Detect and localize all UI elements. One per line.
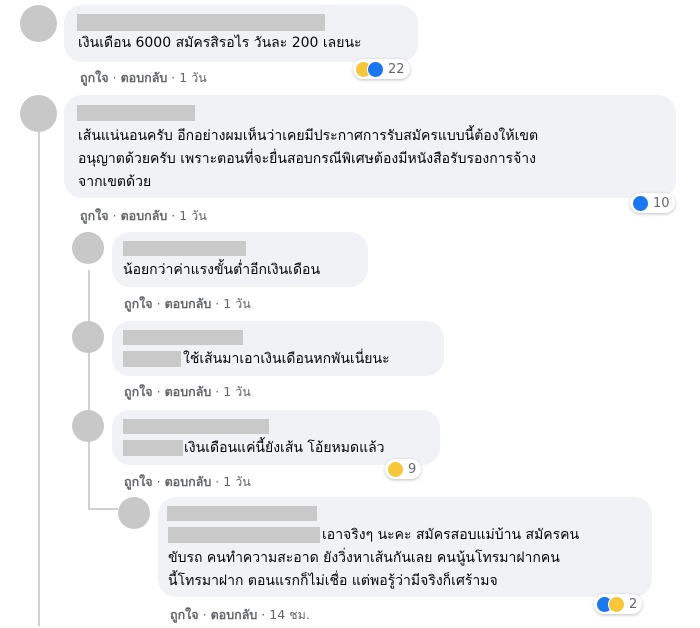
reaction-count: 9 — [408, 461, 417, 477]
separator: · — [261, 607, 266, 622]
timestamp-link[interactable]: 1 วัน — [179, 208, 207, 223]
timestamp-link[interactable]: 1 วัน — [179, 70, 207, 85]
separator: · — [171, 70, 176, 85]
separator: · — [215, 474, 220, 489]
author-name-redacted[interactable] — [123, 419, 269, 434]
reply-link[interactable]: ตอบกลับ — [121, 70, 168, 85]
reply-link[interactable]: ตอบกลับ — [121, 208, 168, 223]
comment-text: จากเขตด้วย — [78, 174, 152, 190]
author-name-redacted[interactable] — [123, 330, 243, 345]
avatar[interactable] — [72, 321, 104, 353]
mention-redacted[interactable] — [123, 440, 183, 456]
author-name-redacted[interactable] — [123, 241, 246, 256]
separator: · — [171, 208, 176, 223]
like-link[interactable]: ถูกใจ — [124, 474, 153, 489]
separator: · — [156, 296, 161, 311]
reply-link[interactable]: ตอบกลับ — [165, 296, 212, 311]
timestamp-link[interactable]: 1 วัน — [223, 296, 251, 311]
like-link[interactable]: ถูกใจ — [80, 208, 109, 223]
like-link[interactable]: ถูกใจ — [80, 70, 109, 85]
comment-text: น้อยกว่าค่าแรงขั้นต่ำอีกเงินเดือน — [123, 262, 321, 278]
timestamp-link[interactable]: 1 วัน — [223, 384, 251, 399]
comment-actions: ถูกใจ · ตอบกลับ · 1 วัน — [124, 472, 251, 492]
comment-actions: ถูกใจ · ตอบกลับ · 1 วัน — [124, 382, 251, 402]
reaction-count: 10 — [653, 195, 670, 211]
avatar[interactable] — [72, 410, 104, 442]
comment-text: ใช้เส้นมาเอาเงินเดือนหกพันเนี่ยนะ — [183, 351, 390, 367]
thread-line — [38, 132, 40, 626]
reaction-count: 2 — [629, 596, 638, 612]
avatar[interactable] — [20, 95, 57, 132]
comment-text: เส้นแน่นอนครับ อีกอย่างผมเห็นว่าเคยมีประ… — [78, 128, 539, 144]
timestamp-link[interactable]: 1 วัน — [223, 474, 251, 489]
avatar[interactable] — [72, 232, 104, 264]
like-link[interactable]: ถูกใจ — [124, 296, 153, 311]
comment-actions: ถูกใจ · ตอบกลับ · 14 ชม. — [170, 605, 310, 625]
like-link[interactable]: ถูกใจ — [124, 384, 153, 399]
avatar[interactable] — [20, 5, 57, 42]
comment-text: เงินเดือนแค่นี้ยังเส้น โอ้ยหมดแล้ว — [184, 440, 385, 456]
reply-link[interactable]: ตอบกลับ — [165, 474, 212, 489]
mention-redacted[interactable] — [123, 351, 181, 367]
comment-text: เอาจริงๆ นะคะ สมัครสอบแม่บ้าน สมัครคน — [322, 527, 580, 543]
sad-reaction-icon — [608, 595, 625, 613]
reply-link[interactable]: ตอบกลับ — [165, 384, 212, 399]
author-name-redacted[interactable] — [77, 105, 195, 121]
mention-redacted[interactable] — [168, 527, 320, 543]
reaction-count: 22 — [388, 61, 405, 77]
like-reaction-icon — [367, 60, 384, 78]
timestamp-link[interactable]: 14 ชม. — [269, 607, 310, 622]
separator: · — [215, 296, 220, 311]
reaction-summary[interactable]: 10 — [630, 193, 675, 213]
reply-link[interactable]: ตอบกลับ — [211, 607, 258, 622]
haha-reaction-icon — [387, 460, 404, 478]
separator: · — [156, 384, 161, 399]
reaction-summary[interactable]: 9 — [385, 459, 422, 479]
like-link[interactable]: ถูกใจ — [170, 607, 199, 622]
reaction-summary[interactable]: 22 — [353, 59, 410, 79]
reaction-summary[interactable]: 2 — [594, 594, 643, 614]
comment-text: นี้โทรมาฝาก ตอนแรกก็ไม่เชื่อ แต่พอรู้ว่า… — [168, 573, 498, 589]
comment-text: เงินเดือน 6000 สมัครสิรอไร วันละ 200 เลย… — [78, 35, 362, 51]
separator: · — [202, 607, 207, 622]
comment-actions: ถูกใจ · ตอบกลับ · 1 วัน — [124, 294, 251, 314]
like-reaction-icon — [632, 194, 649, 212]
comment-text: ขับรถ คนทำความสะอาด ยังวิ่งหาเส้นกันเลย … — [168, 550, 560, 566]
separator: · — [112, 70, 117, 85]
avatar[interactable] — [118, 497, 150, 529]
separator: · — [215, 384, 220, 399]
comment-text: อนุญาตด้วยครับ เพราะตอนที่จะยื่นสอบกรณีพ… — [78, 151, 536, 167]
author-name-redacted[interactable] — [77, 14, 325, 31]
thread-line — [88, 270, 90, 510]
author-name-redacted[interactable] — [167, 506, 317, 521]
thread-branch — [88, 508, 118, 510]
comment-actions: ถูกใจ · ตอบกลับ · 1 วัน — [80, 68, 207, 88]
comment-actions: ถูกใจ · ตอบกลับ · 1 วัน — [80, 206, 207, 226]
separator: · — [156, 474, 161, 489]
separator: · — [112, 208, 117, 223]
